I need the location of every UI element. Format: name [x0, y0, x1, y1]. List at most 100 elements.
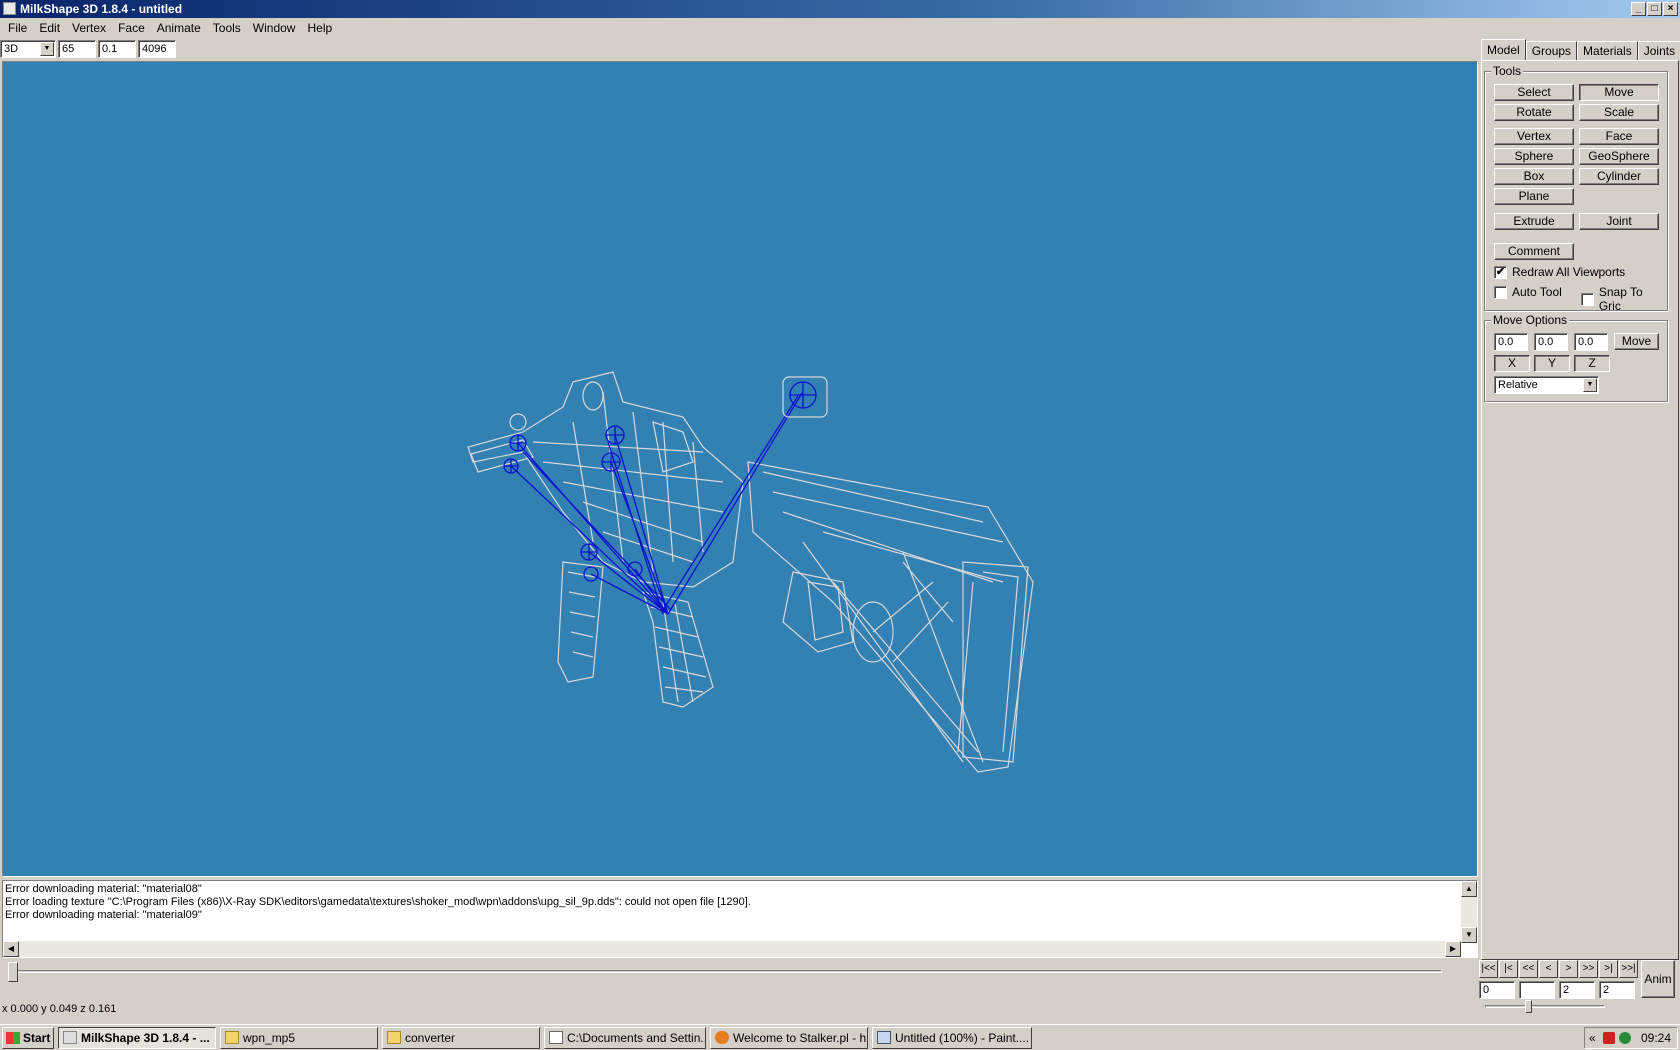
milkshape-icon: [63, 1031, 77, 1044]
task-converter[interactable]: converter: [382, 1027, 540, 1049]
frame-input[interactable]: 0: [1479, 981, 1515, 999]
viewport-settings-bar: 3D ▼ 65 0.1 4096: [0, 39, 176, 59]
move-z-input[interactable]: 0.0: [1574, 333, 1608, 351]
menu-edit[interactable]: Edit: [33, 18, 66, 38]
move-options-group: Move Options 0.0 0.0 0.0 Move X Y Z Rela…: [1484, 313, 1668, 402]
close-button[interactable]: ×: [1663, 2, 1678, 16]
menu-file[interactable]: File: [2, 18, 33, 38]
windows-logo-icon: [6, 1032, 20, 1044]
redraw-all-viewports-checkbox[interactable]: ✔ Redraw All Viewports: [1494, 265, 1625, 279]
tab-model[interactable]: Model: [1481, 39, 1526, 61]
task-label: C:\Documents and Settin...: [567, 1031, 706, 1045]
maximize-button[interactable]: □: [1647, 2, 1662, 16]
menu-window[interactable]: Window: [247, 18, 302, 38]
move-apply-button[interactable]: Move: [1614, 333, 1659, 350]
last-frame-button[interactable]: >>|: [1619, 960, 1638, 978]
log-lines: Error downloading material: "material08"…: [5, 883, 1455, 922]
status-bar: x 0.000 y 0.049 z 0.161: [2, 1003, 117, 1015]
axis-x-toggle[interactable]: X: [1494, 355, 1530, 372]
snap-checkbox-box[interactable]: [1581, 292, 1594, 306]
comment-button[interactable]: Comment: [1494, 243, 1574, 260]
prev-key-button[interactable]: |<: [1499, 960, 1518, 978]
joint-button[interactable]: Joint: [1579, 213, 1659, 230]
sphere-button[interactable]: Sphere: [1494, 148, 1574, 165]
chevron-down-icon[interactable]: ▼: [1583, 378, 1597, 392]
start-label: Start: [23, 1031, 51, 1045]
tab-groups[interactable]: Groups: [1525, 41, 1578, 61]
menu-vertex[interactable]: Vertex: [66, 18, 112, 38]
system-tray: « 09:24: [1584, 1027, 1678, 1049]
axis-y-toggle[interactable]: Y: [1534, 355, 1570, 372]
menu-face[interactable]: Face: [112, 18, 151, 38]
rewind-button[interactable]: <<: [1519, 960, 1538, 978]
move-mode-value: Relative: [1498, 379, 1538, 391]
task-milkshape[interactable]: MilkShape 3D 1.8.4 - ...: [58, 1027, 216, 1049]
network-icon[interactable]: [1619, 1032, 1631, 1044]
chevron-down-icon[interactable]: ▼: [40, 42, 54, 56]
log-line: Error downloading material: "material08": [5, 883, 202, 895]
axis-z-toggle[interactable]: Z: [1574, 355, 1610, 372]
redraw-checkbox-box[interactable]: ✔: [1494, 265, 1507, 279]
auto-tool-checkbox-box[interactable]: [1494, 285, 1507, 299]
vertex-button[interactable]: Vertex: [1494, 128, 1574, 145]
scale-button[interactable]: Scale: [1579, 104, 1659, 121]
task-label: Untitled (100%) - Paint....: [895, 1031, 1030, 1045]
fast-forward-button[interactable]: >>: [1579, 960, 1598, 978]
timeline-track[interactable]: [12, 970, 1442, 973]
viewport-3d[interactable]: [2, 61, 1478, 877]
scroll-down-icon[interactable]: ▼: [1461, 927, 1477, 943]
task-wpn-mp5[interactable]: wpn_mp5: [220, 1027, 378, 1049]
prev-frame-button[interactable]: <: [1539, 960, 1558, 978]
extrude-button[interactable]: Extrude: [1494, 213, 1574, 230]
scroll-left-icon[interactable]: ◀: [3, 941, 19, 957]
select-button[interactable]: Select: [1494, 84, 1574, 101]
rotate-button[interactable]: Rotate: [1494, 104, 1574, 121]
log-line: Error loading texture "C:\Program Files …: [5, 896, 751, 908]
frame-blank-input[interactable]: [1519, 981, 1555, 999]
face-button[interactable]: Face: [1579, 128, 1659, 145]
log-horizontal-scrollbar[interactable]: ◀ ▶: [3, 941, 1461, 957]
move-tool-button[interactable]: Move: [1579, 84, 1659, 101]
far-clip-field[interactable]: 4096: [138, 40, 176, 58]
menu-animate[interactable]: Animate: [151, 18, 207, 38]
tab-materials[interactable]: Materials: [1577, 41, 1638, 61]
plane-button[interactable]: Plane: [1494, 188, 1574, 205]
move-mode-select[interactable]: Relative ▼: [1494, 376, 1599, 394]
next-key-button[interactable]: >|: [1599, 960, 1618, 978]
menu-tools[interactable]: Tools: [207, 18, 247, 38]
anim-end-input[interactable]: 2: [1599, 981, 1635, 999]
next-frame-button[interactable]: >: [1559, 960, 1578, 978]
animation-timeline[interactable]: [2, 962, 1478, 986]
view-select[interactable]: 3D ▼: [0, 40, 56, 58]
fov-field[interactable]: 65: [58, 40, 96, 58]
clock: 09:24: [1641, 1031, 1672, 1045]
anim-button[interactable]: Anim: [1641, 960, 1675, 998]
tools-group: Tools Select Move Rotate Scale Vertex Fa…: [1484, 64, 1668, 313]
first-frame-button[interactable]: |<<: [1479, 960, 1498, 978]
app-icon: [3, 2, 16, 15]
geosphere-button[interactable]: GeoSphere: [1579, 148, 1659, 165]
minimize-button[interactable]: _: [1631, 2, 1646, 16]
antivirus-icon[interactable]: [1603, 1032, 1615, 1044]
move-x-input[interactable]: 0.0: [1494, 333, 1528, 351]
log-vertical-scrollbar[interactable]: ▲ ▼: [1461, 881, 1477, 943]
task-label: MilkShape 3D 1.8.4 - ...: [81, 1031, 210, 1045]
box-button[interactable]: Box: [1494, 168, 1574, 185]
move-y-input[interactable]: 0.0: [1534, 333, 1568, 351]
task-firefox[interactable]: Welcome to Stalker.pl - h...: [710, 1027, 868, 1049]
anim-start-input[interactable]: 2: [1559, 981, 1595, 999]
tab-joints[interactable]: Joints: [1637, 41, 1680, 61]
tray-expand-icon[interactable]: «: [1589, 1028, 1596, 1048]
scroll-right-icon[interactable]: ▶: [1445, 941, 1461, 957]
menu-help[interactable]: Help: [301, 18, 338, 38]
timeline-thumb[interactable]: [8, 962, 18, 982]
task-paint[interactable]: Untitled (100%) - Paint....: [872, 1027, 1032, 1049]
task-documents[interactable]: C:\Documents and Settin...: [544, 1027, 706, 1049]
start-button[interactable]: Start: [2, 1027, 54, 1049]
auto-tool-checkbox[interactable]: Auto Tool: [1494, 285, 1562, 299]
taskbar: Start MilkShape 3D 1.8.4 - ... wpn_mp5 c…: [0, 1024, 1680, 1050]
snap-to-grid-checkbox[interactable]: Snap To Gric: [1581, 285, 1667, 313]
scroll-up-icon[interactable]: ▲: [1461, 881, 1477, 897]
cylinder-button[interactable]: Cylinder: [1579, 168, 1659, 185]
near-clip-field[interactable]: 0.1: [98, 40, 136, 58]
